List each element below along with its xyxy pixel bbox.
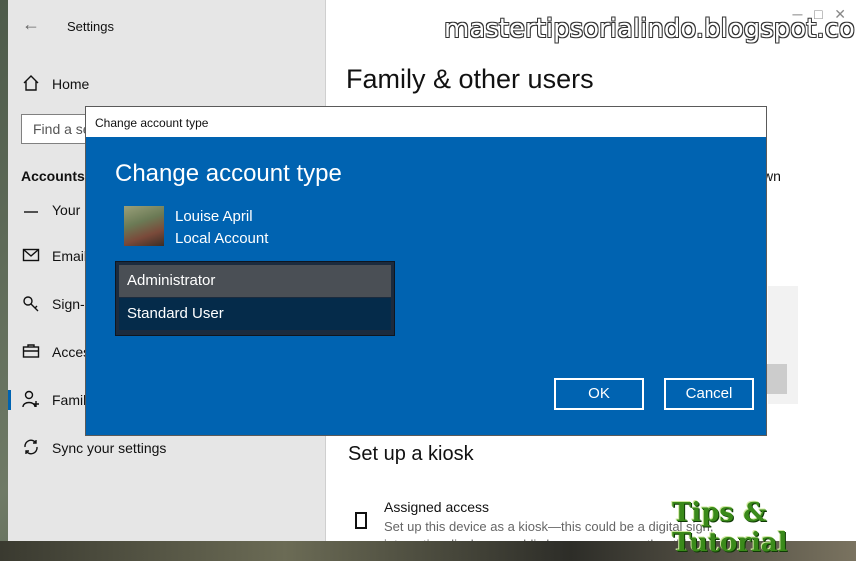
sidebar-item-label: Sync your settings xyxy=(52,440,167,456)
assigned-access-link[interactable]: Assigned access xyxy=(384,499,489,515)
user-name: Louise April xyxy=(175,208,253,225)
option-label: Standard User xyxy=(127,305,224,322)
page-title: Family & other users xyxy=(346,64,594,94)
back-arrow-icon[interactable]: ← xyxy=(22,14,40,35)
kiosk-device-icon xyxy=(355,512,367,529)
watermark-logo: Tips & Tutorial xyxy=(672,498,788,558)
mail-icon xyxy=(22,248,40,262)
change-account-type-dialog: Change account type Change account type … xyxy=(85,106,767,436)
family-icon xyxy=(22,390,39,408)
dialog-heading: Change account type xyxy=(115,160,342,187)
section-heading: Accounts xyxy=(21,168,85,184)
watermark-text: mastertipsorialindo.blogspot.com xyxy=(444,14,856,44)
sidebar-item-label: Email xyxy=(52,248,88,264)
user-account-type: Local Account xyxy=(175,230,269,247)
sidebar-item-sync[interactable]: Sync your settings xyxy=(8,432,325,464)
ok-button[interactable]: OK xyxy=(554,378,644,410)
option-standard-user[interactable]: Standard User xyxy=(119,298,391,330)
sidebar-item-home[interactable]: Home xyxy=(8,68,325,100)
briefcase-icon xyxy=(22,344,40,358)
key-icon xyxy=(23,296,39,312)
dialog-titlebar[interactable]: Change account type xyxy=(86,107,766,137)
option-administrator[interactable]: Administrator xyxy=(119,265,391,297)
sidebar-item-label: Sign- xyxy=(52,296,85,312)
home-icon xyxy=(23,75,39,91)
sidebar-item-label: Home xyxy=(52,76,90,92)
kiosk-heading: Set up a kiosk xyxy=(348,443,474,465)
option-label: Administrator xyxy=(127,272,216,289)
sync-icon xyxy=(24,439,38,455)
cancel-button[interactable]: Cancel xyxy=(664,378,754,410)
window-title: Settings xyxy=(67,19,114,34)
sidebar-item-label: Your xyxy=(52,202,81,218)
user-info-icon xyxy=(24,211,38,213)
background-button[interactable] xyxy=(766,364,787,394)
dialog-titlebar-text: Change account type xyxy=(95,116,209,130)
avatar xyxy=(124,206,164,246)
account-type-dropdown[interactable]: Administrator Standard User xyxy=(115,261,395,336)
